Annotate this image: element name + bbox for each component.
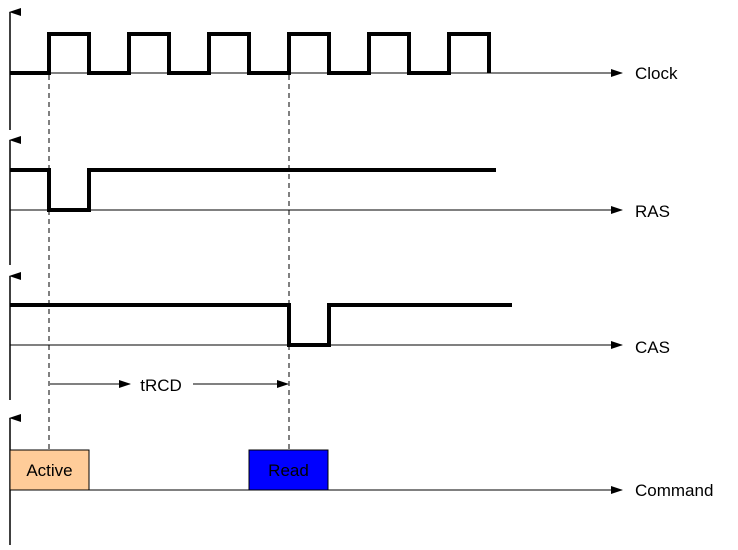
read-command-label: Read	[268, 461, 309, 480]
clock-lane: Clock	[9, 8, 678, 130]
command-lane: Active Read Command	[9, 414, 713, 545]
ras-lane: RAS	[9, 136, 670, 265]
trcd-label: tRCD	[140, 376, 182, 395]
cas-label: CAS	[635, 338, 670, 357]
timing-diagram: Clock RAS CAS tRCD Active Read Command	[9, 8, 713, 545]
clock-waveform	[10, 32, 491, 75]
ras-waveform	[10, 168, 496, 212]
command-label: Command	[635, 481, 713, 500]
active-command-label: Active	[26, 461, 72, 480]
ras-label: RAS	[635, 202, 670, 221]
cas-waveform	[10, 303, 512, 347]
trcd-annotation: tRCD	[50, 376, 289, 395]
cas-lane: CAS	[9, 272, 670, 400]
clock-label: Clock	[635, 64, 678, 83]
